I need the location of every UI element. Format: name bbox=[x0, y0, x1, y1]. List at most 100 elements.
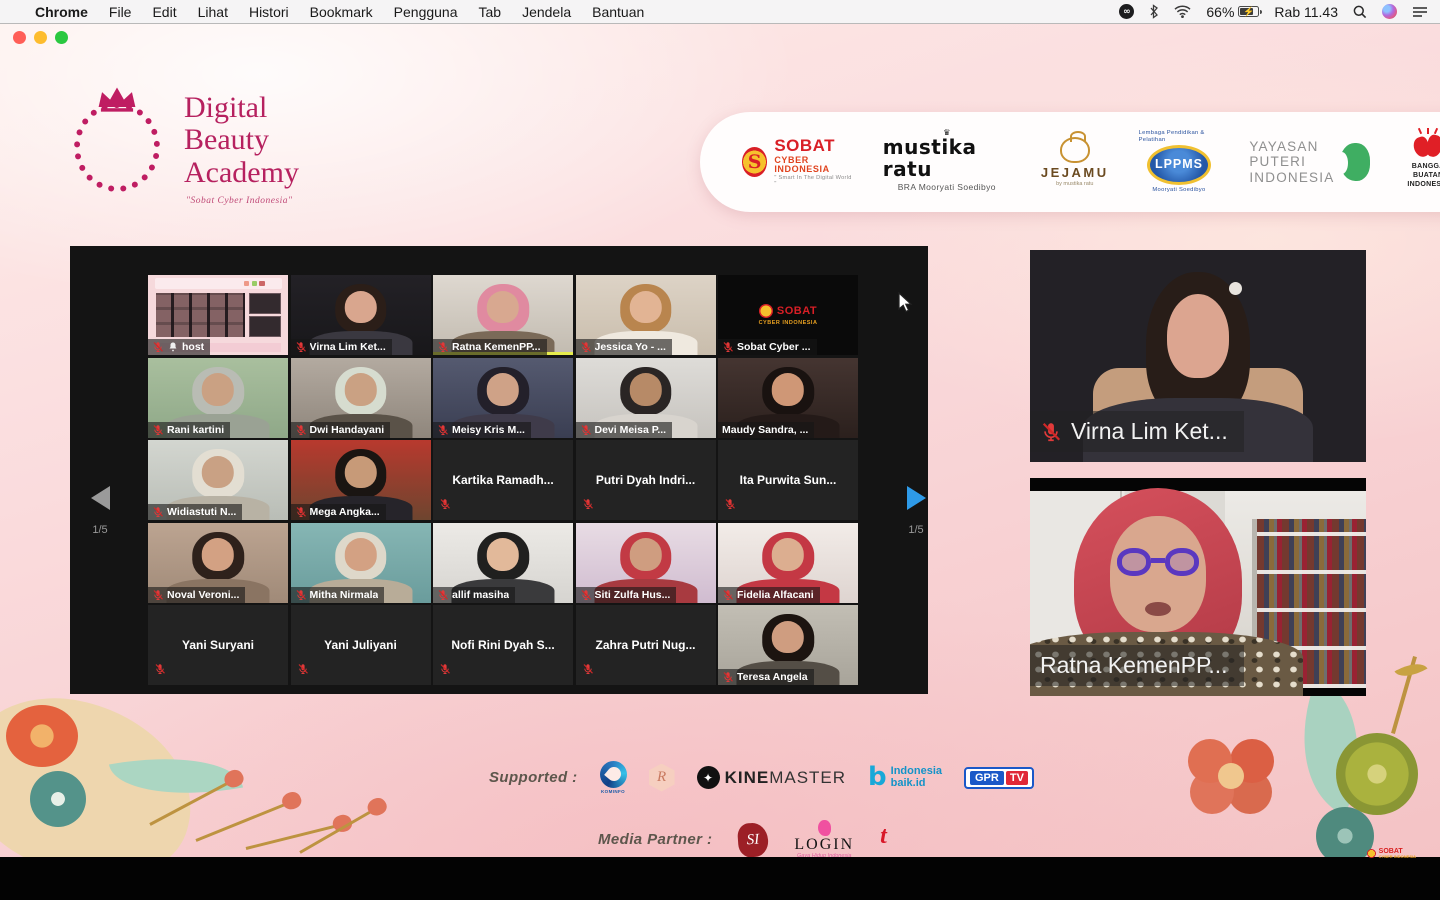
participant-tile[interactable]: Mitha Nirmala bbox=[291, 523, 431, 603]
participant-tile[interactable]: SOBAT CYBER INDONESIASobat Cyber ... bbox=[718, 275, 858, 355]
participant-name-label: Maudy Sandra, ... bbox=[718, 422, 814, 438]
login-logo: LOGIN Gaya Hidup Indonesia bbox=[794, 820, 854, 857]
brand-tagline: "Sobat Cyber Indonesia" bbox=[186, 196, 293, 206]
participant-tile[interactable]: Ita Purwita Sun... bbox=[718, 440, 858, 520]
indonesiabaik-logo: b Indonesia baik.id bbox=[868, 766, 942, 789]
menu-bantuan[interactable]: Bantuan bbox=[592, 4, 644, 20]
menu-pengguna[interactable]: Pengguna bbox=[394, 4, 458, 20]
mic-off-icon bbox=[582, 663, 594, 675]
letterbox-bar bbox=[0, 857, 1440, 900]
battery-indicator[interactable]: 66% ⚡ bbox=[1206, 4, 1259, 20]
participant-tile[interactable]: Meisy Kris M... bbox=[433, 358, 573, 438]
participant-tile[interactable]: Widiastuti N... bbox=[148, 440, 288, 520]
spotlight-search-icon[interactable] bbox=[1353, 5, 1367, 19]
participant-tile[interactable]: host bbox=[148, 275, 288, 355]
flower-decoration-left bbox=[0, 727, 310, 857]
participant-tile[interactable]: Putri Dyah Indri... bbox=[576, 440, 716, 520]
mouse-cursor bbox=[898, 292, 913, 313]
mic-off-icon bbox=[152, 424, 164, 436]
participant-name-label: Widiastuti N... bbox=[148, 504, 242, 520]
spotlight-tile-ratna[interactable]: Ratna KemenPP... bbox=[1030, 478, 1366, 696]
menu-tab[interactable]: Tab bbox=[479, 4, 502, 20]
participant-name-centered: Putri Dyah Indri... bbox=[576, 440, 716, 520]
participant-tile[interactable]: Fidelia Alfacani bbox=[718, 523, 858, 603]
minimize-window-button[interactable] bbox=[34, 31, 47, 44]
notification-center-icon[interactable] bbox=[1412, 6, 1428, 18]
menu-histori[interactable]: Histori bbox=[249, 4, 289, 20]
indonesiabaik-b-icon: b bbox=[868, 767, 887, 788]
participant-tile[interactable]: Ratna KemenPP... bbox=[433, 275, 573, 355]
participant-tile[interactable]: Nofi Rini Dyah S... bbox=[433, 605, 573, 685]
sponsor-bar: S SOBAT CYBER INDONESIA " Smart In The D… bbox=[700, 112, 1440, 212]
triangle-right-icon bbox=[907, 486, 926, 510]
creative-cloud-icon[interactable]: ∞ bbox=[1119, 4, 1134, 19]
mic-off-icon bbox=[722, 671, 734, 683]
mic-off-icon bbox=[580, 589, 592, 601]
close-window-button[interactable] bbox=[13, 31, 26, 44]
participant-tile[interactable]: Yani Suryani bbox=[148, 605, 288, 685]
participant-tile[interactable]: Maudy Sandra, ... bbox=[718, 358, 858, 438]
supported-label: Supported : bbox=[489, 769, 578, 786]
mic-off-indicator bbox=[582, 662, 594, 680]
app-menu-chrome[interactable]: Chrome bbox=[35, 4, 88, 20]
participant-tile[interactable]: Mega Angka... bbox=[291, 440, 431, 520]
participant-name-label: Virna Lim Ket... bbox=[291, 339, 392, 355]
mic-off-icon bbox=[437, 424, 449, 436]
mic-off-icon bbox=[295, 424, 307, 436]
participant-tile[interactable]: Siti Zulfa Hus... bbox=[576, 523, 716, 603]
screen-share-bell-icon bbox=[167, 341, 179, 353]
gpr-tv-logo: GPR TV bbox=[964, 767, 1034, 789]
macos-menu-bar: Chrome File Edit Lihat Histori Bookmark … bbox=[0, 0, 1440, 24]
bluetooth-icon[interactable] bbox=[1149, 4, 1159, 19]
brand-title: Digital Beauty Academy bbox=[184, 92, 299, 189]
participant-tile[interactable]: Zahra Putri Nug... bbox=[576, 605, 716, 685]
sobat-logo-icon bbox=[1367, 849, 1376, 858]
digital-beauty-academy-logo: Digital Beauty Academy "Sobat Cyber Indo… bbox=[66, 74, 316, 214]
participant-tile[interactable]: Devi Meisa P... bbox=[576, 358, 716, 438]
participant-tile[interactable]: Teresa Angela bbox=[718, 605, 858, 685]
participant-tile[interactable]: Yani Juliyani bbox=[291, 605, 431, 685]
participant-tile[interactable]: Rani kartini bbox=[148, 358, 288, 438]
mic-off-icon bbox=[722, 589, 734, 601]
participant-tile[interactable]: Kartika Ramadh... bbox=[433, 440, 573, 520]
puteri-silhouette-icon bbox=[1340, 143, 1370, 181]
menu-bookmark[interactable]: Bookmark bbox=[310, 4, 373, 20]
battery-charging-icon: ⚡ bbox=[1238, 6, 1259, 17]
page-indicator-left: 1/5 bbox=[80, 524, 120, 536]
menu-jendela[interactable]: Jendela bbox=[522, 4, 571, 20]
mic-off-icon bbox=[439, 663, 451, 675]
gallery-next-button[interactable]: 1/5 bbox=[896, 486, 936, 536]
participant-name-label: Meisy Kris M... bbox=[433, 422, 531, 438]
sobat-logo-icon: S bbox=[742, 147, 767, 177]
participant-name-label: Dwi Handayani bbox=[291, 422, 391, 438]
bbi-logo-icon bbox=[1411, 134, 1440, 160]
participant-name-label: host bbox=[148, 339, 210, 355]
menu-file[interactable]: File bbox=[109, 4, 132, 20]
battery-percent: 66% bbox=[1206, 4, 1234, 20]
mic-off-icon bbox=[437, 589, 449, 601]
kinemaster-logo: ✦ KINEMASTER bbox=[697, 766, 846, 789]
participant-tile[interactable]: Dwi Handayani bbox=[291, 358, 431, 438]
gallery-prev-button[interactable]: 1/5 bbox=[80, 486, 120, 536]
mic-off-icon bbox=[295, 341, 307, 353]
fullscreen-window-button[interactable] bbox=[55, 31, 68, 44]
menu-clock[interactable]: Rab 11.43 bbox=[1274, 4, 1338, 20]
participant-name-label: Mitha Nirmala bbox=[291, 587, 385, 603]
participant-name-centered: Ita Purwita Sun... bbox=[718, 440, 858, 520]
spotlight-tile-virna[interactable]: Virna Lim Ket... bbox=[1030, 250, 1366, 462]
participant-tile[interactable]: Virna Lim Ket... bbox=[291, 275, 431, 355]
media-partner-label: Media Partner : bbox=[598, 831, 712, 848]
sponsor-mustika-ratu: ♛ mustika ratu BRA Mooryati Soedibyo bbox=[883, 131, 1011, 192]
mic-off-icon bbox=[297, 663, 309, 675]
menu-edit[interactable]: Edit bbox=[152, 4, 176, 20]
participant-tile[interactable]: Jessica Yo - ... bbox=[576, 275, 716, 355]
wifi-icon[interactable] bbox=[1174, 5, 1191, 18]
media-partner-row: Media Partner : SI LOGIN Gaya Hidup Indo… bbox=[598, 820, 887, 857]
participant-name-label: Devi Meisa P... bbox=[576, 422, 673, 438]
mic-off-icon bbox=[295, 506, 307, 518]
kinemaster-star-icon: ✦ bbox=[697, 766, 720, 789]
participant-tile[interactable]: Noval Veroni... bbox=[148, 523, 288, 603]
menu-lihat[interactable]: Lihat bbox=[198, 4, 228, 20]
participant-tile[interactable]: allif masiha bbox=[433, 523, 573, 603]
siri-icon[interactable] bbox=[1382, 4, 1397, 19]
